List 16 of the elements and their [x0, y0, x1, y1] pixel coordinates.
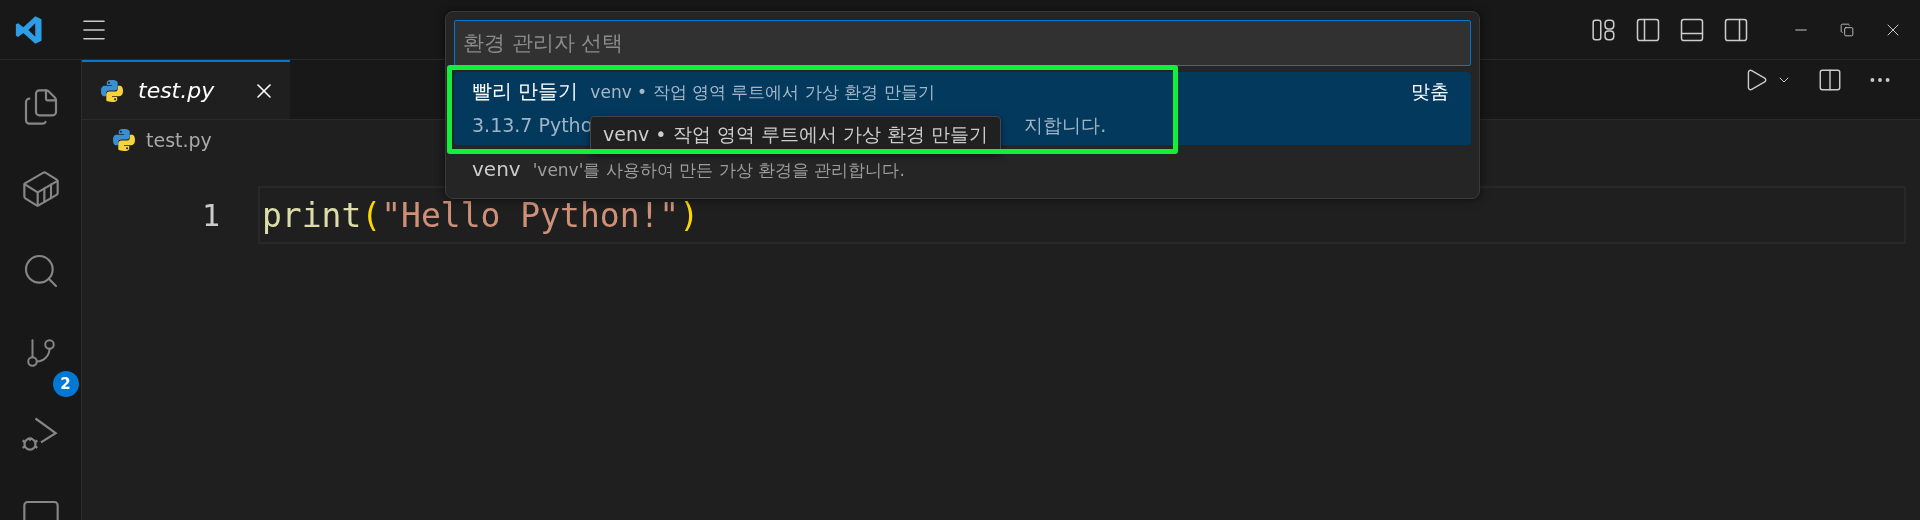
- line-number: 1: [200, 197, 221, 233]
- item-label: venv: [472, 157, 521, 181]
- breadcrumb-item[interactable]: test.py: [146, 129, 212, 151]
- editor-tab[interactable]: test.py: [82, 60, 290, 119]
- app-logo-icon: [14, 14, 44, 45]
- match-label: 맞춤: [1411, 79, 1449, 104]
- python-icon: [112, 128, 136, 152]
- item-description: venv • 작업 영역 루트에서 가상 환경 만들기: [590, 81, 935, 104]
- item-detail: 3.13.7 Pytho: [472, 114, 593, 136]
- python-icon: [100, 78, 124, 103]
- item-description: 'venv'를 사용하여 만든 가상 환경을 관리합니다.: [532, 159, 905, 182]
- item-detail: 지합니다.: [1024, 113, 1107, 138]
- item-label: 빨리 만들기: [472, 78, 579, 105]
- input-field[interactable]: 환경 관리자 선택: [454, 20, 1471, 66]
- quick-pick-item[interactable]: venv 'venv'를 사용하여 만든 가상 환경을 관리합니다.: [454, 151, 1471, 188]
- count-badge: 2: [52, 371, 79, 397]
